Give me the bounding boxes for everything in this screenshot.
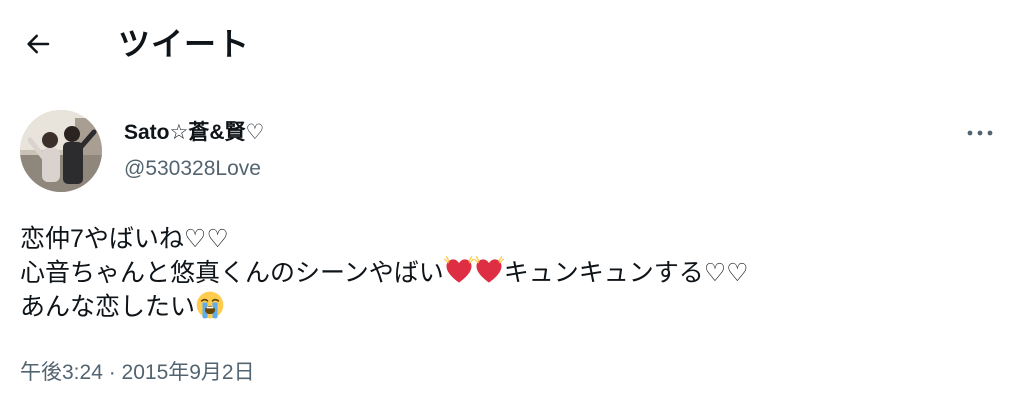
beating-heart-icon xyxy=(443,256,474,283)
tweet-line-text: 恋仲7やばいね♡♡ xyxy=(20,225,229,253)
more-options-button[interactable] xyxy=(960,118,1000,148)
beating-heart-icon xyxy=(473,256,504,283)
tweet-line-text: あんな恋したい xyxy=(20,293,196,321)
author-handle[interactable]: @530328Love xyxy=(124,154,261,184)
tweet-timestamp[interactable]: 午後3:24 · 2015年9月2日 xyxy=(20,358,255,388)
more-horizontal-icon xyxy=(967,130,993,136)
tweet-line-text: 心音ちゃんと悠真くんのシーンやばい xyxy=(20,259,444,287)
tweet-line-text: キュンキュンする♡♡ xyxy=(503,259,749,287)
header: ツイート xyxy=(0,0,1024,86)
tweet-text: 恋仲7やばいね♡♡ 心音ちゃんと悠真くんのシーンやばい キュンキュンする♡♡ あ… xyxy=(20,222,1000,324)
tweet-line: 心音ちゃんと悠真くんのシーンやばい キュンキュンする♡♡ xyxy=(20,256,1000,290)
tweet-line: 恋仲7やばいね♡♡ xyxy=(20,222,1000,256)
author-display-name[interactable]: Sato☆蒼&賢♡ xyxy=(124,118,264,148)
loudly-crying-face-icon xyxy=(196,291,224,319)
tweet-page: ツイート Sato☆蒼&賢♡ @530328Love 恋仲7やばいね♡♡ 心音ち… xyxy=(0,0,1024,414)
arrow-left-icon xyxy=(27,34,50,54)
back-button[interactable] xyxy=(18,26,58,62)
tweet-line: あんな恋したい xyxy=(20,290,1000,324)
avatar[interactable] xyxy=(20,110,102,192)
page-title: ツイート xyxy=(118,26,251,62)
